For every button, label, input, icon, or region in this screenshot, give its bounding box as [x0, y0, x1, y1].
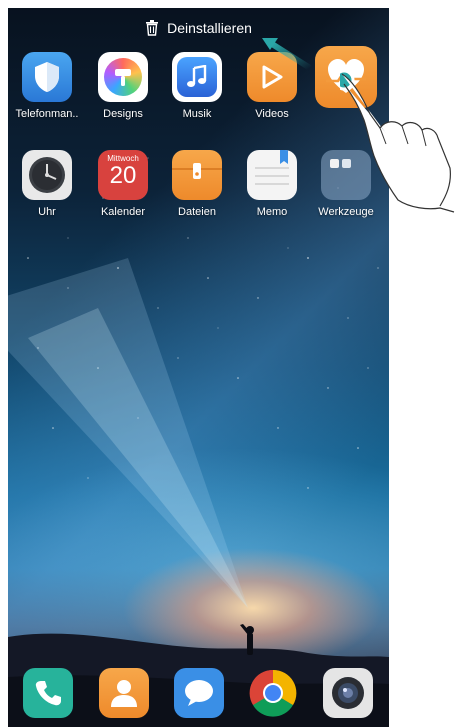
app-label: Dateien [178, 206, 216, 218]
clock-icon [22, 150, 72, 200]
drag-arrow-icon [262, 38, 312, 70]
home-screen: Deinstallieren Telefonman.. Designs Musi… [8, 8, 389, 727]
hand-gesture-icon [340, 69, 455, 213]
app-memo[interactable]: Memo [235, 150, 309, 218]
app-label: Designs [103, 108, 143, 120]
app-musik[interactable]: Musik [160, 52, 234, 120]
calendar-date: 20 [109, 162, 137, 189]
calendar-icon: Mittwoch 20 [98, 150, 148, 200]
folder-icon [172, 150, 222, 200]
brush-icon [98, 52, 148, 102]
contacts-icon [99, 668, 149, 718]
dock-phone[interactable] [23, 668, 73, 718]
app-label: Videos [255, 108, 289, 120]
app-label: Musik [182, 108, 212, 120]
dock-contacts[interactable] [99, 668, 149, 718]
app-telefonmanager[interactable]: Telefonman.. [10, 52, 84, 120]
dock-messages[interactable] [174, 668, 224, 718]
app-label: Memo [256, 206, 288, 218]
music-note-icon [172, 52, 222, 102]
app-label: Telefonman.. [15, 108, 79, 120]
dock-camera[interactable] [323, 668, 373, 718]
app-kalender[interactable]: Mittwoch 20 Kalender [86, 150, 160, 218]
trash-icon [146, 20, 159, 36]
dock-chrome[interactable] [248, 668, 298, 718]
uninstall-label: Deinstallieren [167, 20, 252, 36]
app-label: Uhr [38, 206, 56, 218]
app-dateien[interactable]: Dateien [160, 150, 234, 218]
note-icon [247, 150, 297, 200]
uninstall-drop-zone[interactable]: Deinstallieren [8, 8, 389, 48]
chat-bubble-icon [174, 668, 224, 718]
shield-icon [22, 52, 72, 102]
app-label: Kalender [100, 206, 146, 218]
app-designs[interactable]: Designs [86, 52, 160, 120]
camera-icon [323, 668, 373, 718]
app-uhr[interactable]: Uhr [10, 150, 84, 218]
phone-icon [23, 668, 73, 718]
chrome-icon [248, 668, 298, 718]
